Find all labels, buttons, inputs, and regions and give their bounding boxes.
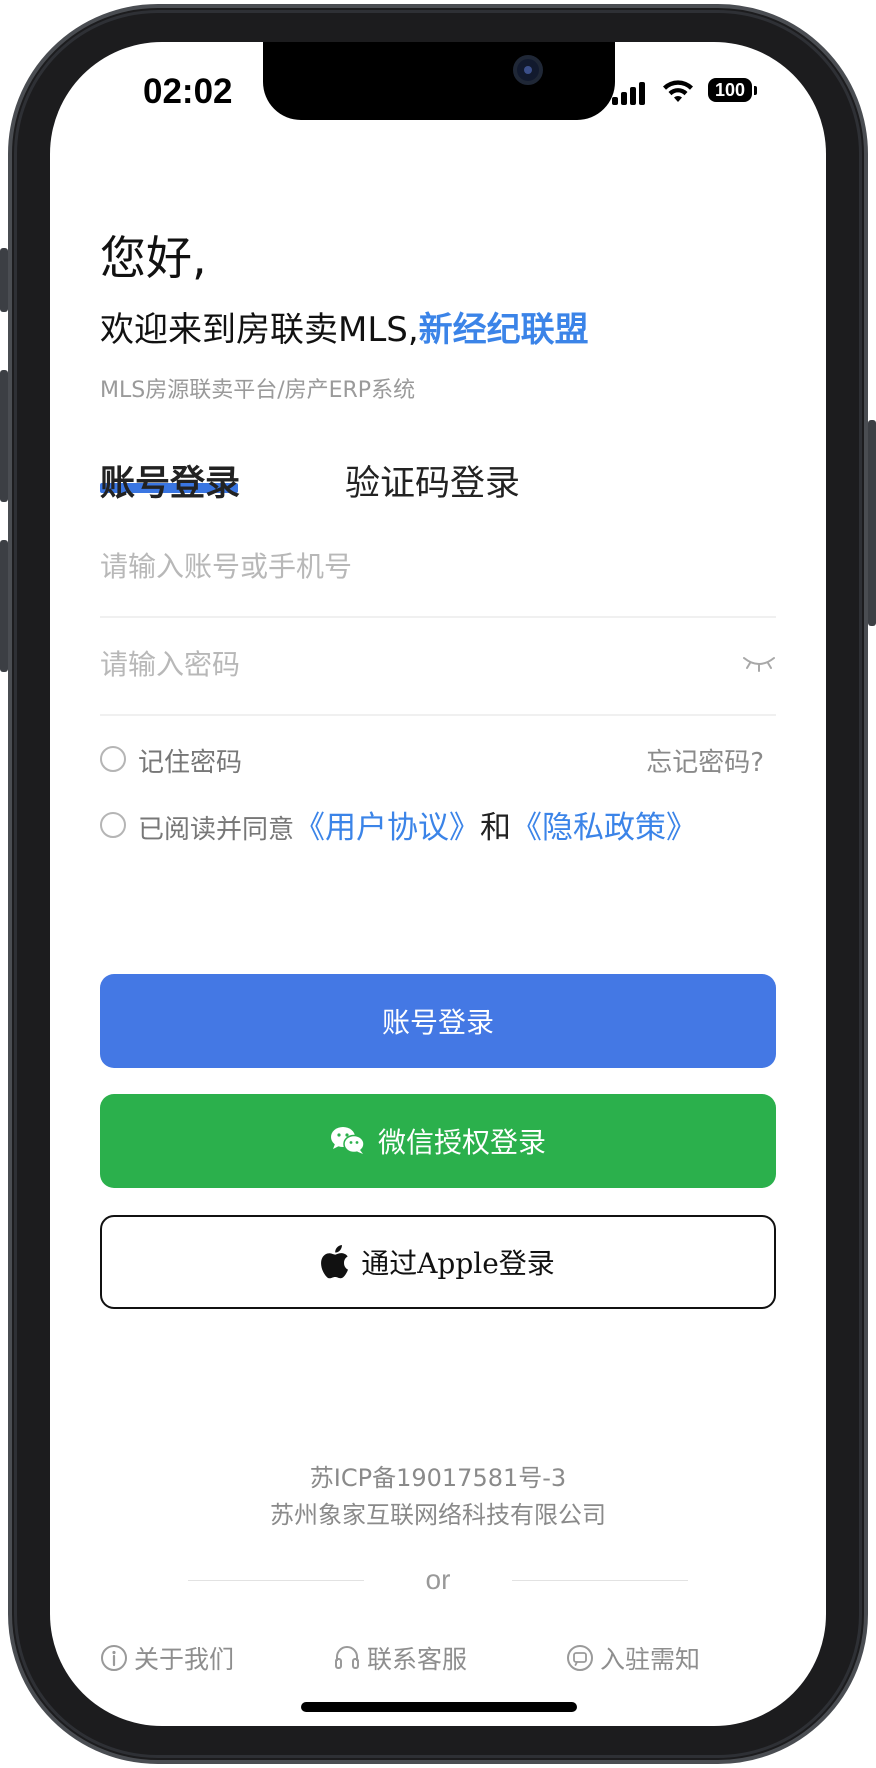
company-name: 苏州象家互联网络科技有限公司 xyxy=(270,1501,606,1529)
headset-icon xyxy=(335,1646,359,1669)
agreement-radio[interactable] xyxy=(100,812,126,838)
account-login-button[interactable]: 账号登录 xyxy=(100,974,776,1068)
wifi-icon xyxy=(662,78,694,108)
device-canvas: 02:02 100 您好, 欢迎来到房联卖MLS,新经纪联盟 MLS房源联卖平台… xyxy=(0,0,876,1768)
welcome-highlight: 新经纪联盟 xyxy=(418,310,589,350)
account-input[interactable] xyxy=(100,518,700,614)
password-field xyxy=(100,616,776,716)
volume-down-button xyxy=(0,540,8,672)
onboarding-notice-label: 入驻需知 xyxy=(600,1645,701,1674)
tab-account-login-label: 账号登录 xyxy=(100,464,241,504)
welcome-line: 欢迎来到房联卖MLS,新经纪联盟 xyxy=(100,302,589,351)
tagline: MLS房源联卖平台/房产ERP系统 xyxy=(100,378,416,403)
camera-icon xyxy=(513,55,543,85)
wechat-icon xyxy=(330,1126,366,1156)
cellular-signal-icon xyxy=(612,82,645,105)
status-time: 02:02 xyxy=(143,72,233,111)
or-text: or xyxy=(425,1564,451,1595)
battery-indicator: 100 xyxy=(708,78,757,102)
about-us-label: 关于我们 xyxy=(134,1645,235,1674)
customer-service-link[interactable]: 联系客服 xyxy=(333,1640,467,1676)
chat-icon xyxy=(567,1645,593,1671)
info-icon xyxy=(101,1645,127,1671)
dynamic-notch xyxy=(263,42,615,120)
apple-icon xyxy=(321,1245,349,1279)
tab-account-login[interactable]: 账号登录 xyxy=(100,455,240,506)
account-field xyxy=(100,518,776,618)
agreement-prefix: 已阅读并同意 xyxy=(138,815,295,845)
remember-label[interactable]: 记住密码 xyxy=(138,742,242,779)
onboarding-notice-link[interactable]: 入驻需知 xyxy=(566,1640,700,1676)
agreement-and: 和 xyxy=(480,810,512,846)
home-indicator[interactable] xyxy=(301,1702,577,1712)
or-divider: or xyxy=(50,1560,826,1600)
remember-radio[interactable] xyxy=(100,746,126,772)
user-agreement-link[interactable]: 《用户协议》 xyxy=(294,810,480,846)
eye-closed-icon[interactable] xyxy=(742,652,776,678)
icp-record: 苏ICP备19017581号-3 xyxy=(309,1464,567,1492)
wechat-login-button-label: 微信授权登录 xyxy=(377,1126,546,1159)
action-button xyxy=(0,248,8,312)
account-login-button-label: 账号登录 xyxy=(381,1006,494,1039)
customer-service-label: 联系客服 xyxy=(367,1645,468,1674)
remember-row: 记住密码 忘记密码? xyxy=(100,742,776,782)
apple-login-button[interactable]: 通过Apple登录 xyxy=(100,1215,776,1309)
volume-up-button xyxy=(0,370,8,502)
phone-screen: 02:02 100 您好, 欢迎来到房联卖MLS,新经纪联盟 MLS房源联卖平台… xyxy=(50,42,826,1726)
password-input[interactable] xyxy=(100,616,700,712)
welcome-prefix: 欢迎来到房联卖MLS, xyxy=(100,310,419,350)
forgot-password-link[interactable]: 忘记密码? xyxy=(646,742,764,779)
wechat-login-button[interactable]: 微信授权登录 xyxy=(100,1094,776,1188)
tab-sms-login[interactable]: 验证码登录 xyxy=(345,455,520,506)
power-button xyxy=(868,420,876,626)
or-line-right xyxy=(512,1580,688,1581)
privacy-policy-link[interactable]: 《隐私政策》 xyxy=(511,810,697,846)
about-us-link[interactable]: 关于我们 xyxy=(100,1640,234,1676)
apple-login-button-label: 通过Apple登录 xyxy=(361,1247,555,1280)
greeting-heading: 您好, xyxy=(100,231,207,285)
agreement-row: 已阅读并同意《用户协议》和《隐私政策》 xyxy=(100,808,776,848)
agreement-text: 已阅读并同意《用户协议》和《隐私政策》 xyxy=(138,802,697,847)
